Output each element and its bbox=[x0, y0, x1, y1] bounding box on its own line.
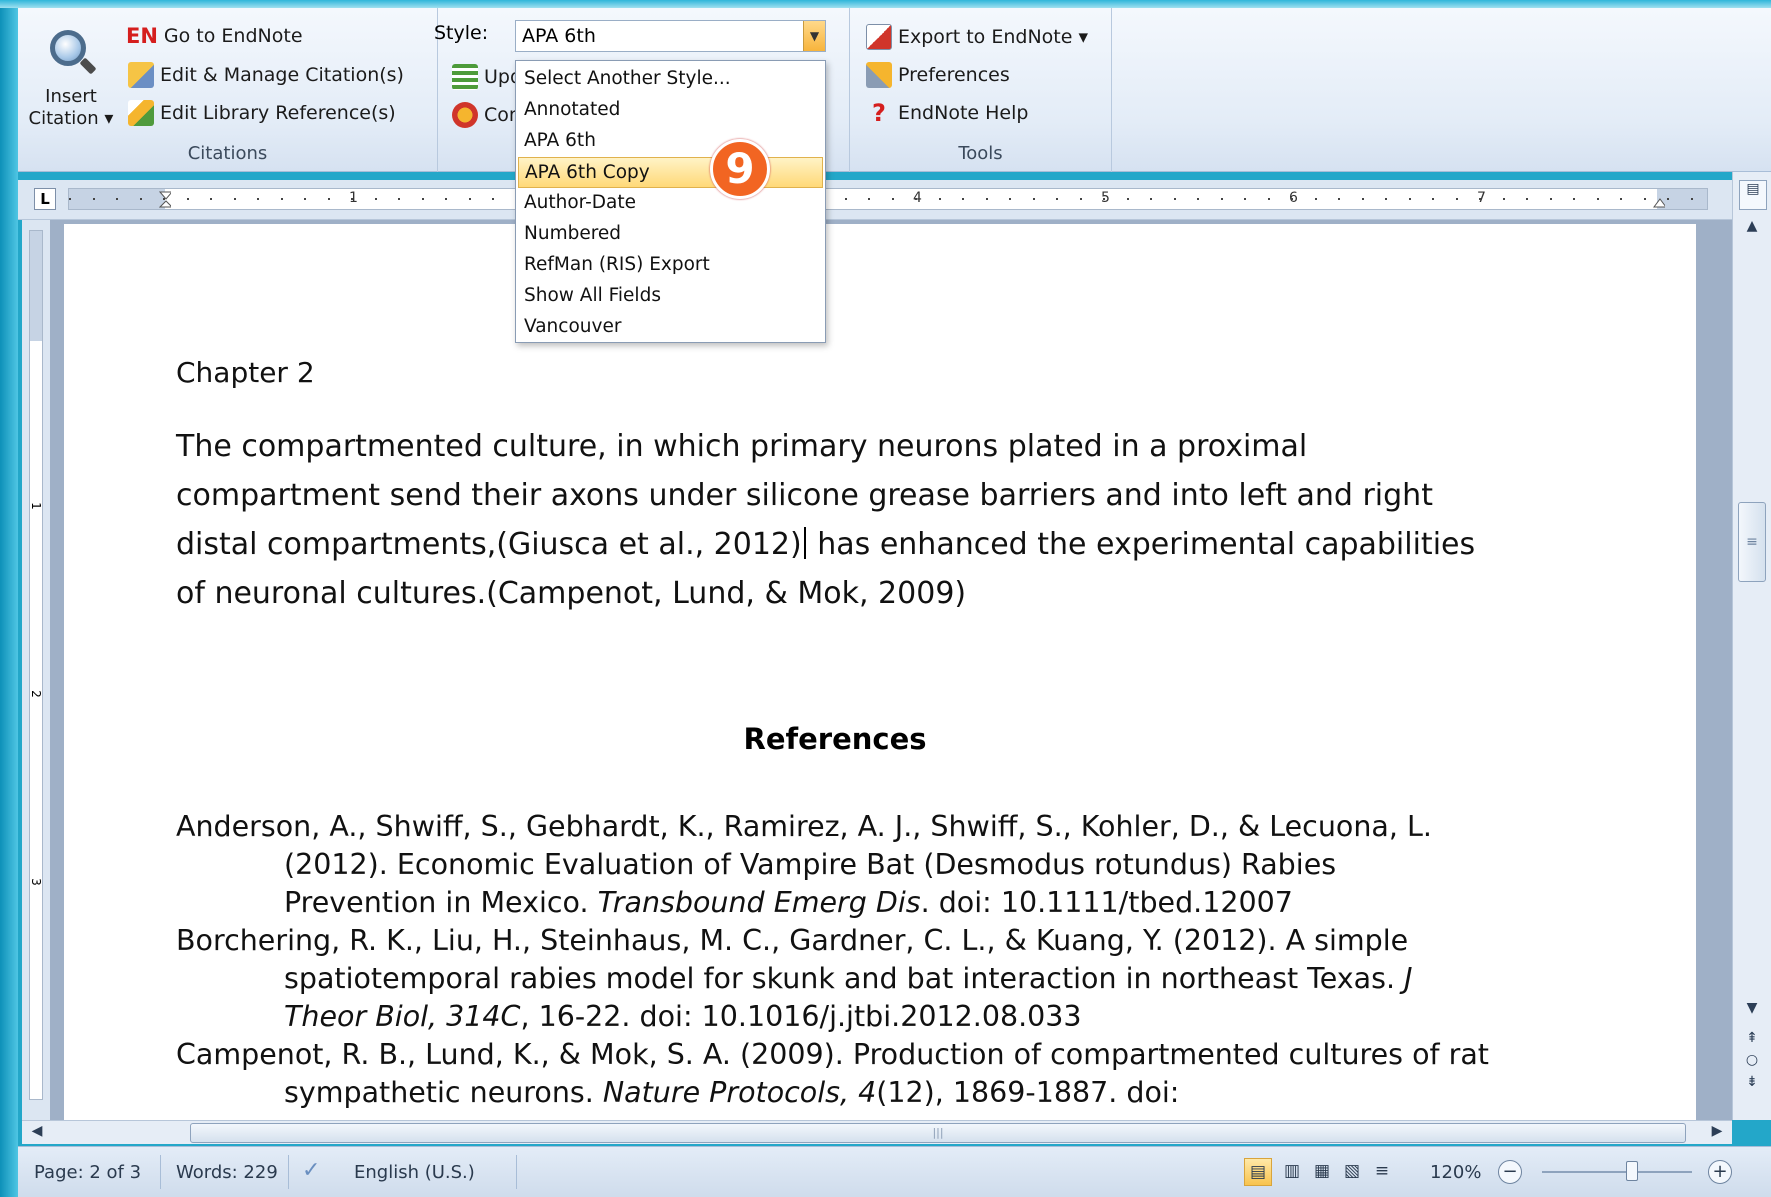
right-indent-marker-icon[interactable] bbox=[1653, 191, 1665, 209]
web-layout-icon[interactable]: ▦ bbox=[1308, 1158, 1336, 1186]
magnifier-icon bbox=[44, 26, 98, 80]
style-label: Style: bbox=[434, 22, 489, 44]
scroll-right-icon[interactable]: ▶ bbox=[1708, 1123, 1726, 1143]
tab-selector-button[interactable]: L bbox=[34, 188, 56, 210]
preferences-button[interactable]: Preferences bbox=[866, 62, 1010, 88]
slide-frame-left bbox=[0, 0, 18, 1197]
page-count[interactable]: Page: 2 of 3 bbox=[34, 1162, 141, 1183]
language-indicator[interactable]: English (U.S.) bbox=[354, 1162, 475, 1183]
select-browse-object-icon[interactable]: ○ bbox=[1739, 1052, 1765, 1074]
scroll-down-icon[interactable]: ▼ bbox=[1739, 1000, 1765, 1022]
update-citations-button[interactable]: Upd bbox=[452, 64, 522, 90]
zoom-slider-knob[interactable] bbox=[1626, 1161, 1638, 1181]
edit-library-label: Edit Library Reference(s) bbox=[160, 102, 396, 124]
export-icon bbox=[866, 24, 892, 50]
style-combobox-value: APA 6th bbox=[522, 25, 596, 47]
horizontal-ruler-bar: L 1234567 bbox=[18, 180, 1748, 220]
indent-marker-icon[interactable] bbox=[159, 191, 171, 209]
full-screen-reading-icon[interactable]: ▥ bbox=[1278, 1158, 1306, 1186]
tools-group-label: Tools bbox=[958, 143, 1003, 164]
export-label: Export to EndNote ▾ bbox=[898, 26, 1089, 48]
endnote-help-button[interactable]: ? EndNote Help bbox=[866, 100, 1028, 126]
style-dropdown-list: Select Another Style... Annotated APA 6th A… bbox=[515, 60, 826, 343]
vertical-ruler-number: 3 bbox=[29, 878, 43, 886]
chapter-heading: Chapter 2 bbox=[176, 356, 315, 389]
outline-view-icon[interactable]: ▧ bbox=[1338, 1158, 1366, 1186]
style-option[interactable]: Numbered bbox=[516, 219, 825, 250]
help-icon: ? bbox=[872, 99, 886, 127]
tools-group: Export to EndNote ▾ Preferences ? EndNot… bbox=[850, 8, 1112, 172]
insert-citation-label: Insert Citation ▾ bbox=[28, 86, 114, 129]
scroll-left-icon[interactable]: ◀ bbox=[28, 1123, 46, 1143]
edit-library-icon bbox=[128, 100, 154, 126]
reference-entry: Campenot, R. B., Lund, K., & Mok, S. A. … bbox=[176, 1038, 1489, 1109]
go-to-endnote-label: Go to EndNote bbox=[163, 25, 303, 47]
zoom-level[interactable]: 120% bbox=[1430, 1162, 1481, 1183]
zoom-in-icon[interactable]: + bbox=[1708, 1160, 1732, 1184]
convert-icon bbox=[452, 102, 478, 128]
reference-entry: Anderson, A., Shwiff, S., Gebhardt, K., … bbox=[176, 810, 1432, 919]
edit-library-reference-button[interactable]: Edit Library Reference(s) bbox=[128, 100, 396, 126]
zoom-slider[interactable] bbox=[1542, 1171, 1692, 1173]
vertical-scrollbar[interactable]: ▤ ▲ ≡ ▼ ⇞ ○ ⇟ bbox=[1732, 172, 1771, 1120]
vertical-ruler: 1 2 3 bbox=[22, 220, 50, 1120]
next-page-icon[interactable]: ⇟ bbox=[1739, 1074, 1765, 1096]
preferences-label: Preferences bbox=[898, 64, 1010, 86]
preferences-icon bbox=[866, 62, 892, 88]
spelling-check-icon[interactable]: ✓ bbox=[302, 1158, 320, 1183]
horizontal-scroll-thumb[interactable]: ||| bbox=[190, 1123, 1686, 1143]
references-heading: References bbox=[743, 722, 927, 756]
style-option[interactable]: Annotated bbox=[516, 95, 825, 126]
horizontal-scrollbar[interactable]: ◀ ||| ▶ bbox=[22, 1120, 1732, 1144]
endnote-logo-icon: EN bbox=[126, 24, 158, 48]
style-option[interactable]: Author-Date bbox=[516, 188, 825, 219]
print-layout-view-icon[interactable]: ▤ bbox=[1244, 1158, 1272, 1186]
insert-citation-button[interactable]: Insert Citation ▾ bbox=[26, 22, 116, 142]
go-to-endnote-button[interactable]: EN Go to EndNote bbox=[126, 24, 303, 48]
edit-citation-icon bbox=[128, 62, 154, 88]
status-bar: Page: 2 of 3 Words: 229 ✓ English (U.S.)… bbox=[18, 1146, 1771, 1197]
endnote-ribbon: Insert Citation ▾ EN Go to EndNote Edit … bbox=[18, 8, 1771, 172]
style-option[interactable]: RefMan (RIS) Export bbox=[516, 250, 825, 281]
slide-frame-top bbox=[0, 0, 1771, 8]
style-option[interactable]: APA 6th bbox=[516, 126, 825, 157]
style-option[interactable]: Select Another Style... bbox=[516, 64, 825, 95]
export-to-endnote-button[interactable]: Export to EndNote ▾ bbox=[866, 24, 1088, 50]
vertical-ruler-number: 2 bbox=[29, 690, 43, 698]
horizontal-ruler[interactable]: 1234567 bbox=[68, 188, 1708, 210]
reference-entry: Borchering, R. K., Liu, H., Steinhaus, M… bbox=[176, 924, 1413, 1033]
edit-manage-label: Edit & Manage Citation(s) bbox=[160, 64, 404, 86]
previous-page-icon[interactable]: ⇞ bbox=[1739, 1030, 1765, 1052]
word-count[interactable]: Words: 229 bbox=[176, 1162, 278, 1183]
citations-group-label: Citations bbox=[187, 143, 268, 164]
style-option[interactable]: APA 6th Copy bbox=[518, 157, 823, 188]
edit-manage-citations-button[interactable]: Edit & Manage Citation(s) bbox=[128, 62, 404, 88]
body-paragraph: The compartmented culture, in which prim… bbox=[176, 422, 1506, 618]
step-number-badge: 9 bbox=[710, 139, 770, 199]
draft-view-icon[interactable]: ≡ bbox=[1368, 1158, 1396, 1186]
vertical-ruler-number: 1 bbox=[29, 502, 43, 510]
references-list: Anderson, A., Shwiff, S., Gebhardt, K., … bbox=[176, 808, 1496, 1112]
view-ruler-icon[interactable]: ▤ bbox=[1739, 180, 1767, 210]
update-icon bbox=[452, 64, 478, 90]
citations-group: Insert Citation ▾ EN Go to EndNote Edit … bbox=[18, 8, 438, 172]
document-page[interactable]: Chapter 2 The compartmented culture, in … bbox=[64, 224, 1696, 1120]
style-option[interactable]: Show All Fields bbox=[516, 281, 825, 312]
zoom-out-icon[interactable]: − bbox=[1498, 1160, 1522, 1184]
document-canvas: Chapter 2 The compartmented culture, in … bbox=[50, 220, 1732, 1120]
scroll-up-icon[interactable]: ▲ bbox=[1739, 218, 1765, 240]
convert-citations-button[interactable]: Con bbox=[452, 102, 521, 128]
style-combobox[interactable]: APA 6th ▼ bbox=[515, 20, 826, 52]
dropdown-arrow-icon[interactable]: ▼ bbox=[803, 21, 825, 51]
endnote-help-label: EndNote Help bbox=[898, 102, 1029, 124]
vertical-scroll-thumb[interactable]: ≡ bbox=[1738, 502, 1766, 582]
style-option[interactable]: Vancouver bbox=[516, 312, 825, 343]
text-cursor bbox=[803, 527, 806, 559]
